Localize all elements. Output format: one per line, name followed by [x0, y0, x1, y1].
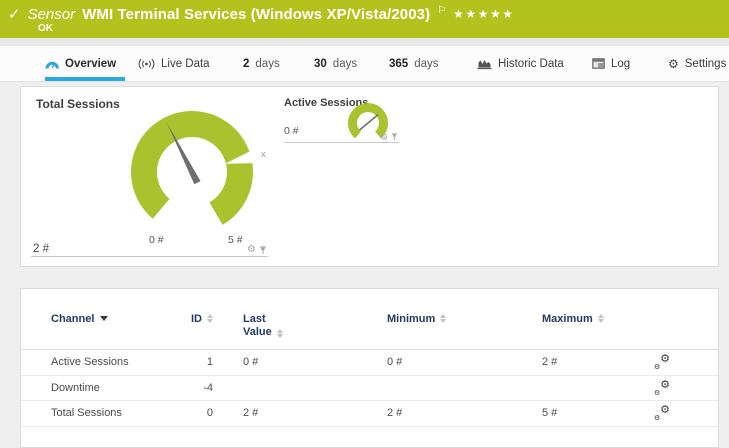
- sensor-header-row: ✓ Sensor WMI Terminal Services (Windows …: [8, 5, 514, 23]
- tab-30-days-number: 30: [314, 58, 327, 70]
- cell-channel: Downtime: [51, 375, 191, 401]
- sort-carets-icon: [277, 329, 283, 338]
- channel-settings-icon[interactable]: ⚙⚙: [654, 355, 670, 370]
- live-data-icon: [138, 58, 155, 70]
- cell-id: 1: [191, 349, 213, 375]
- active-sessions-baseline: [284, 142, 399, 143]
- table-row: Downtime -4 ⚙⚙: [51, 375, 718, 401]
- cell-id: 0: [191, 400, 213, 426]
- gauge-scale-marker: x: [261, 149, 266, 160]
- column-header-minimum-label: Minimum: [387, 313, 435, 325]
- tab-log[interactable]: Log: [592, 46, 630, 81]
- settings-gear-icon: ⚙: [668, 57, 679, 71]
- log-icon: [592, 58, 605, 69]
- total-sessions-max-label: 5 #: [228, 234, 243, 246]
- column-header-channel[interactable]: Channel: [51, 289, 191, 349]
- status-ok-check-icon: ✓: [8, 5, 21, 23]
- gauge-gear-icon[interactable]: ⚙: [380, 132, 388, 142]
- tab-live-data[interactable]: Live Data: [138, 46, 210, 81]
- total-sessions-gauge-title: Total Sessions: [36, 97, 120, 111]
- active-sessions-current-value: 0 #: [284, 125, 299, 137]
- tab-live-data-label: Live Data: [161, 58, 210, 70]
- cell-minimum: [349, 375, 504, 401]
- sort-carets-icon: [207, 314, 213, 323]
- header-tab-divider: [0, 38, 729, 46]
- gauge-pin-icon[interactable]: [259, 246, 267, 255]
- priority-stars[interactable]: ★★★★★: [453, 7, 514, 21]
- tab-overview[interactable]: Overview: [45, 46, 116, 81]
- table-row: Active Sessions 1 0 # 0 # 2 # ⚙⚙: [51, 349, 718, 375]
- cell-minimum: 0 #: [349, 349, 504, 375]
- cell-last-value: 0 #: [213, 349, 349, 375]
- column-header-last-label: Last: [243, 313, 266, 326]
- gauge-icon: [45, 58, 59, 70]
- gauge-pin-icon[interactable]: [391, 133, 398, 141]
- column-header-id-label: ID: [191, 313, 202, 325]
- total-sessions-gauge: [117, 97, 267, 249]
- tab-settings[interactable]: ⚙ Settings: [668, 46, 726, 81]
- gauge-gear-icon[interactable]: ⚙: [247, 245, 256, 255]
- column-header-maximum[interactable]: Maximum: [504, 289, 654, 349]
- column-header-actions: [654, 289, 718, 349]
- cell-last-value: [213, 375, 349, 401]
- tab-365-days[interactable]: 365 days: [389, 46, 438, 81]
- tab-2-days[interactable]: 2 days: [243, 46, 280, 81]
- total-sessions-min-label: 0 #: [149, 234, 164, 246]
- sort-desc-icon: [100, 316, 108, 321]
- historic-data-icon: [477, 58, 492, 70]
- tab-historic-data[interactable]: Historic Data: [477, 46, 564, 81]
- cell-maximum: 2 #: [504, 349, 654, 375]
- tab-365-days-unit: days: [414, 58, 438, 70]
- sort-carets-icon: [440, 314, 446, 323]
- tab-overview-label: Overview: [65, 58, 116, 70]
- channel-settings-icon[interactable]: ⚙⚙: [654, 406, 670, 421]
- cell-minimum: 2 #: [349, 400, 504, 426]
- column-header-value-label: Value: [243, 326, 272, 339]
- cell-channel: Total Sessions: [51, 400, 191, 426]
- channels-table-panel: Channel ID Last Value Minimum Maximum Ac…: [20, 288, 719, 448]
- tab-2-days-number: 2: [243, 58, 249, 70]
- column-header-maximum-label: Maximum: [542, 313, 593, 325]
- cell-maximum: 5 #: [504, 400, 654, 426]
- table-row: Total Sessions 0 2 # 2 # 5 # ⚙⚙: [51, 400, 718, 426]
- channel-settings-icon[interactable]: ⚙⚙: [654, 381, 670, 396]
- tab-365-days-number: 365: [389, 58, 408, 70]
- column-header-minimum[interactable]: Minimum: [349, 289, 504, 349]
- active-tab-underline: [45, 77, 125, 81]
- column-header-last-value[interactable]: Last Value: [213, 289, 349, 349]
- column-header-channel-label: Channel: [51, 313, 94, 325]
- flag-icon: ⚐: [437, 5, 446, 16]
- active-sessions-gauge-tools: ⚙: [380, 132, 398, 142]
- total-sessions-current-value: 2 #: [33, 243, 49, 255]
- sensor-status-badge: OK: [38, 23, 53, 34]
- total-sessions-baseline: [31, 256, 268, 257]
- sensor-kicker: Sensor: [28, 6, 76, 23]
- sort-carets-icon: [598, 314, 604, 323]
- tab-2-days-unit: days: [255, 58, 279, 70]
- gauges-panel: Total Sessions x 0 # 5 # 2 # ⚙ Active Se…: [20, 86, 719, 267]
- total-sessions-gauge-tools: ⚙: [247, 245, 267, 255]
- channels-table-header: Channel ID Last Value Minimum Maximum: [51, 289, 718, 349]
- row-separator: [21, 426, 718, 427]
- tab-30-days[interactable]: 30 days: [314, 46, 357, 81]
- cell-maximum: [504, 375, 654, 401]
- column-header-id[interactable]: ID: [191, 289, 213, 349]
- cell-id: -4: [191, 375, 213, 401]
- sensor-header-bar: ✓ Sensor WMI Terminal Services (Windows …: [0, 0, 729, 39]
- tab-settings-label: Settings: [685, 58, 727, 70]
- sensor-title: WMI Terminal Services (Windows XP/Vista/…: [82, 6, 430, 23]
- tab-30-days-unit: days: [333, 58, 357, 70]
- cell-last-value: 2 #: [213, 400, 349, 426]
- tab-log-label: Log: [611, 58, 630, 70]
- cell-channel: Active Sessions: [51, 349, 191, 375]
- tab-historic-data-label: Historic Data: [498, 58, 564, 70]
